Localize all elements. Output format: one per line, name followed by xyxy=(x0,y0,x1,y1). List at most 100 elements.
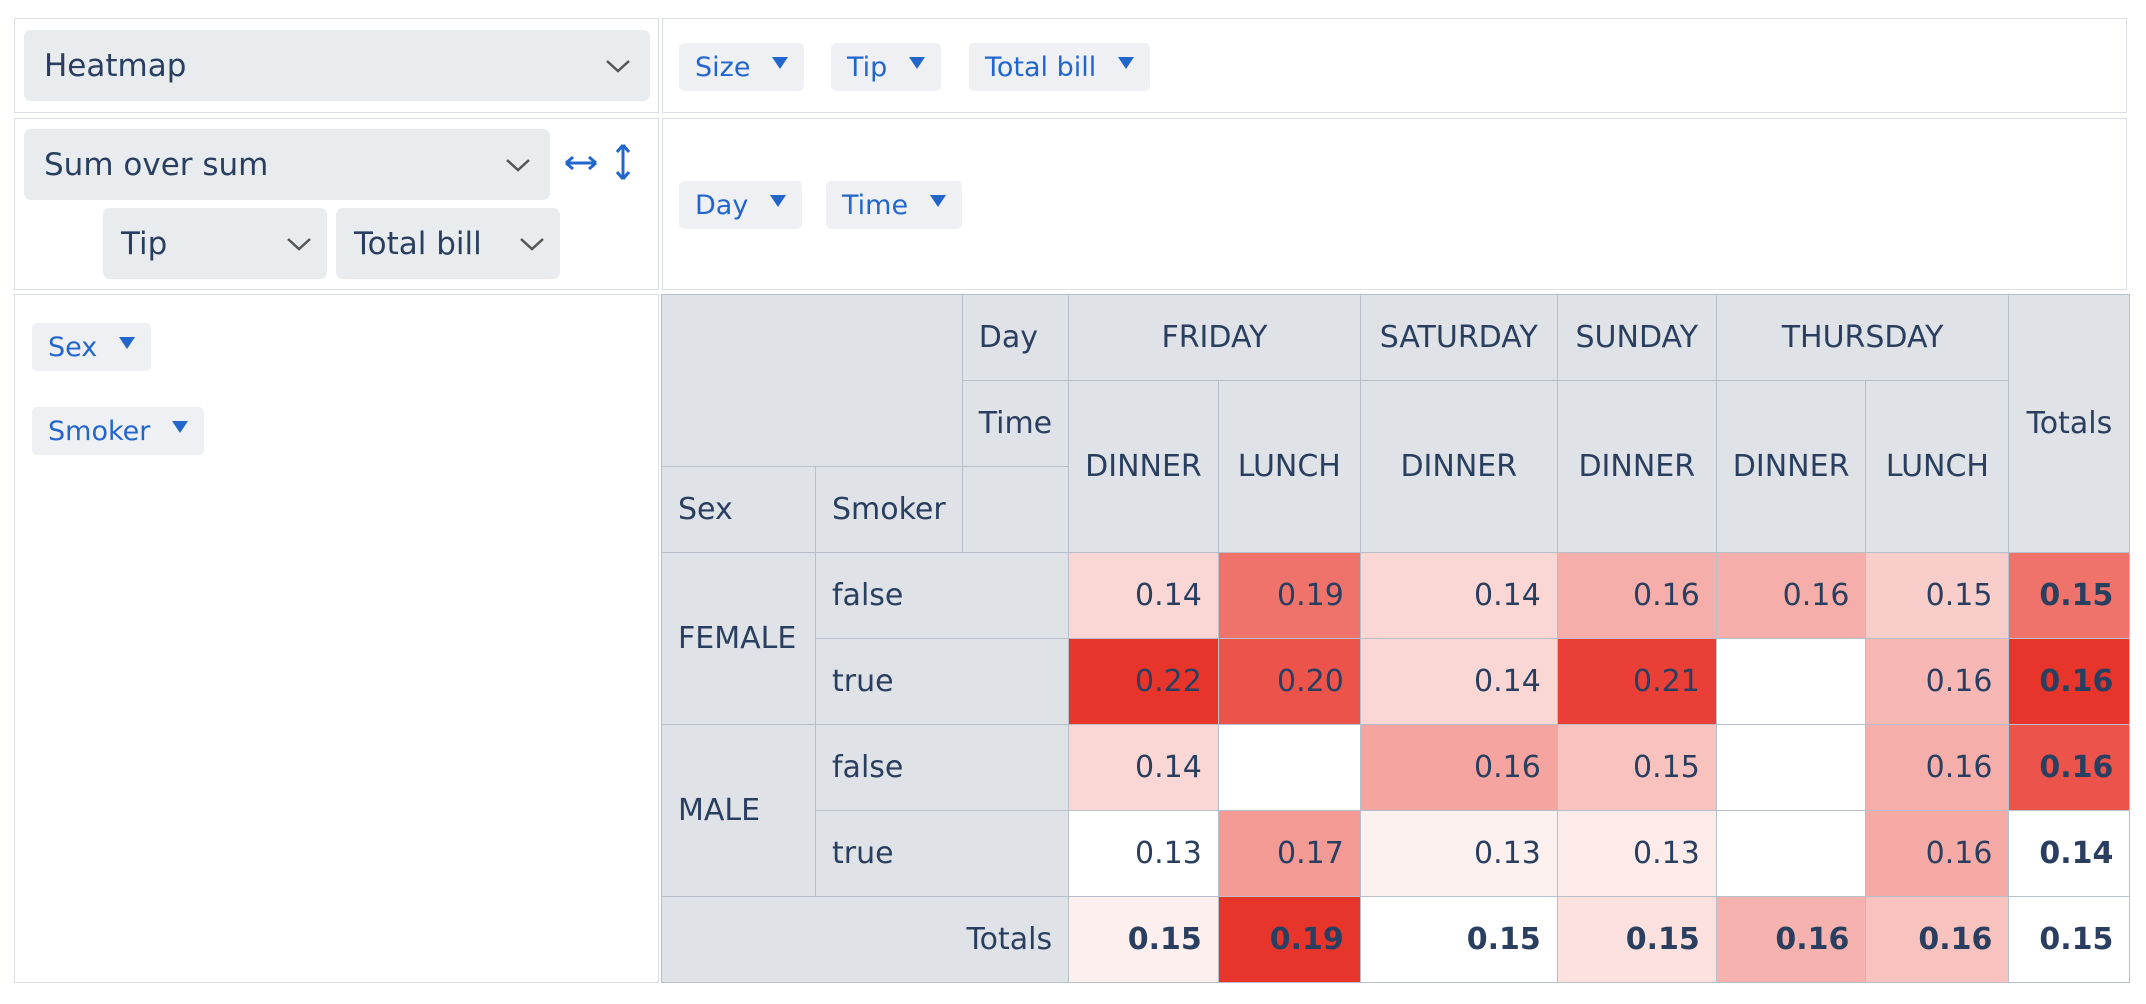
triangle-down-icon[interactable] xyxy=(1118,57,1135,69)
row-total-cell: 0.16 xyxy=(2008,638,2131,725)
col-total-cell: 0.16 xyxy=(1865,896,2010,983)
data-cell: 0.14 xyxy=(1068,724,1219,811)
attr-pill-label: Day xyxy=(695,189,749,221)
col-header-time: LUNCH xyxy=(1865,380,2010,553)
data-cell: 0.17 xyxy=(1217,810,1361,897)
row-attributes-area: Sex Smoker xyxy=(14,294,659,983)
col-header-sunday: SUNDAY xyxy=(1556,294,1717,381)
col-header-time: DINNER xyxy=(1068,380,1219,553)
aggregator-select-value: Sum over sum xyxy=(44,146,269,183)
aggregator-arg2-select[interactable]: Total bill xyxy=(336,208,560,279)
attr-pill-label: Tip xyxy=(847,51,888,83)
row-order-arrows-icon[interactable] xyxy=(563,145,599,181)
attr-pill-tip[interactable]: Tip xyxy=(831,43,942,91)
unused-attributes-area: Size Tip Total bill xyxy=(662,18,2127,113)
pivot-table: Day FRIDAY SATURDAY SUNDAY THURSDAY Tota… xyxy=(660,294,2131,983)
data-cell xyxy=(1715,724,1867,811)
data-cell: 0.22 xyxy=(1068,638,1219,725)
aggregator-arg2-value: Total bill xyxy=(354,225,482,262)
col-header-time: LUNCH xyxy=(1217,380,1361,553)
table-row: FEMALE false 0.14 0.19 0.14 0.16 0.16 0.… xyxy=(661,552,2131,725)
data-cell: 0.15 xyxy=(1556,724,1717,811)
data-cell: 0.20 xyxy=(1217,638,1361,725)
attr-pill-smoker[interactable]: Smoker xyxy=(32,407,205,455)
row-total-cell: 0.15 xyxy=(2008,552,2131,639)
attr-pill-label: Sex xyxy=(48,331,98,363)
row-header-smoker: false xyxy=(814,552,1070,639)
triangle-down-icon[interactable] xyxy=(772,57,789,69)
attr-pill-total-bill[interactable]: Total bill xyxy=(969,43,1151,91)
col-header-time: DINNER xyxy=(1715,380,1867,553)
row-header-smoker: false xyxy=(814,724,1070,811)
attr-pill-size[interactable]: Size xyxy=(679,43,805,91)
attr-pill-label: Smoker xyxy=(48,415,151,447)
col-total-cell: 0.15 xyxy=(1068,896,1219,983)
chevron-down-icon xyxy=(510,229,554,259)
table-row: true 0.22 0.20 0.14 0.21 0.16 0.16 xyxy=(662,638,2131,725)
chevron-down-icon xyxy=(596,51,640,81)
attr-pill-label: Time xyxy=(842,189,909,221)
row-header-male: MALE xyxy=(661,724,816,897)
col-total-cell: 0.15 xyxy=(1359,896,1558,983)
row-header-smoker: true xyxy=(814,810,1070,897)
corner-cell xyxy=(661,294,963,467)
data-cell xyxy=(1217,724,1361,811)
attr-pill-label: Total bill xyxy=(985,51,1097,83)
triangle-down-icon[interactable] xyxy=(119,337,136,349)
aggregator-select[interactable]: Sum over sum xyxy=(24,129,550,200)
attr-pill-label: Size xyxy=(695,51,751,83)
attr-pill-time[interactable]: Time xyxy=(826,181,963,229)
data-cell: 0.16 xyxy=(1556,552,1717,639)
data-cell: 0.16 xyxy=(1865,810,2010,897)
aggregator-arg1-select[interactable]: Tip xyxy=(103,208,327,279)
data-cell: 0.16 xyxy=(1715,552,1867,639)
table-row: true 0.13 0.17 0.13 0.13 0.16 0.14 xyxy=(662,810,2131,897)
col-header-friday: FRIDAY xyxy=(1068,294,1361,381)
data-cell: 0.15 xyxy=(1865,552,2010,639)
data-cell: 0.19 xyxy=(1217,552,1361,639)
row-totals-header: Totals xyxy=(2008,294,2131,553)
row-attr-label-sex: Sex xyxy=(661,466,816,553)
row-total-cell: 0.14 xyxy=(2008,810,2131,897)
totals-row: Totals 0.15 0.19 0.15 0.15 0.16 0.16 0.1… xyxy=(660,896,2131,983)
data-cell xyxy=(1715,810,1867,897)
data-cell: 0.16 xyxy=(1359,724,1558,811)
row-header-female: FEMALE xyxy=(661,552,816,725)
chevron-down-icon xyxy=(277,229,321,259)
data-cell: 0.14 xyxy=(1359,638,1558,725)
col-header-time: DINNER xyxy=(1359,380,1558,553)
col-attr-label-day: Day xyxy=(961,294,1070,381)
aggregator-arg1-value: Tip xyxy=(121,225,168,262)
renderer-select[interactable]: Heatmap xyxy=(24,30,650,101)
data-cell: 0.21 xyxy=(1556,638,1717,725)
attr-pill-sex[interactable]: Sex xyxy=(32,323,152,371)
triangle-down-icon[interactable] xyxy=(909,57,926,69)
col-attr-label-time: Time xyxy=(961,380,1070,467)
col-header-thursday: THURSDAY xyxy=(1715,294,2010,381)
renderer-area: Heatmap xyxy=(14,18,659,113)
grand-total-cell: 0.15 xyxy=(2008,896,2131,983)
col-total-cell: 0.16 xyxy=(1715,896,1867,983)
col-header-saturday: SATURDAY xyxy=(1359,294,1558,381)
data-cell xyxy=(1715,638,1867,725)
data-cell: 0.14 xyxy=(1068,552,1219,639)
header-filler xyxy=(961,466,1070,553)
data-cell: 0.13 xyxy=(1556,810,1717,897)
attr-pill-day[interactable]: Day xyxy=(679,181,803,229)
aggregator-area: Sum over sum Tip Total bill xyxy=(14,118,659,290)
data-cell: 0.16 xyxy=(1865,638,2010,725)
triangle-down-icon[interactable] xyxy=(172,421,189,433)
data-cell: 0.14 xyxy=(1359,552,1558,639)
data-cell: 0.16 xyxy=(1865,724,2010,811)
triangle-down-icon[interactable] xyxy=(930,195,947,207)
triangle-down-icon[interactable] xyxy=(770,195,787,207)
data-cell: 0.13 xyxy=(1068,810,1219,897)
chevron-down-icon xyxy=(496,150,540,180)
col-order-arrows-icon[interactable] xyxy=(611,141,635,183)
data-cell: 0.13 xyxy=(1359,810,1558,897)
table-row: MALE false 0.14 0.16 0.15 0.16 0.16 xyxy=(661,724,2131,897)
col-total-cell: 0.19 xyxy=(1217,896,1361,983)
row-header-smoker: true xyxy=(814,638,1070,725)
column-attributes-area: Day Time xyxy=(662,118,2127,290)
col-header-time: DINNER xyxy=(1556,380,1717,553)
